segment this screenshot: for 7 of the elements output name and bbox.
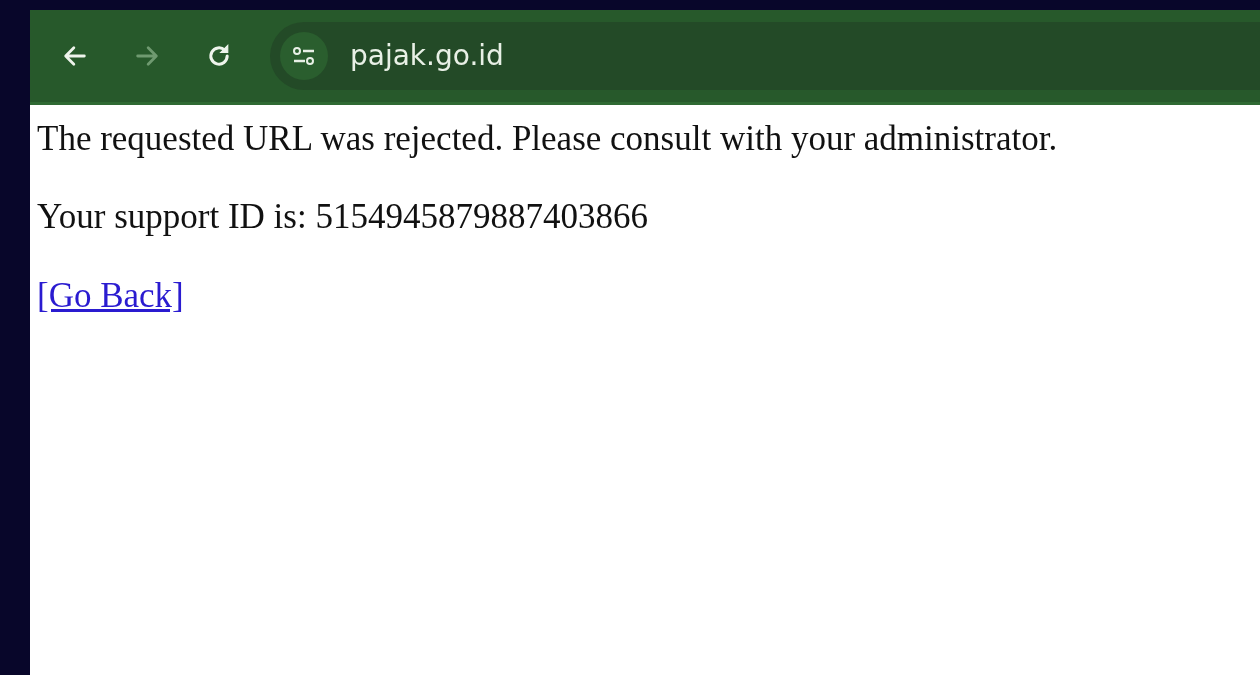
sliders-icon [291, 45, 317, 67]
error-message: The requested URL was rejected. Please consult with your administrator. [37, 119, 1059, 160]
url-text: pajak.go.id [350, 38, 504, 74]
site-settings-button[interactable] [280, 32, 328, 80]
go-back-link[interactable]: [Go Back] [37, 275, 184, 315]
support-id-text: Your support ID is: 5154945879887403866 [37, 197, 649, 238]
address-bar[interactable]: pajak.go.id [270, 22, 1260, 90]
